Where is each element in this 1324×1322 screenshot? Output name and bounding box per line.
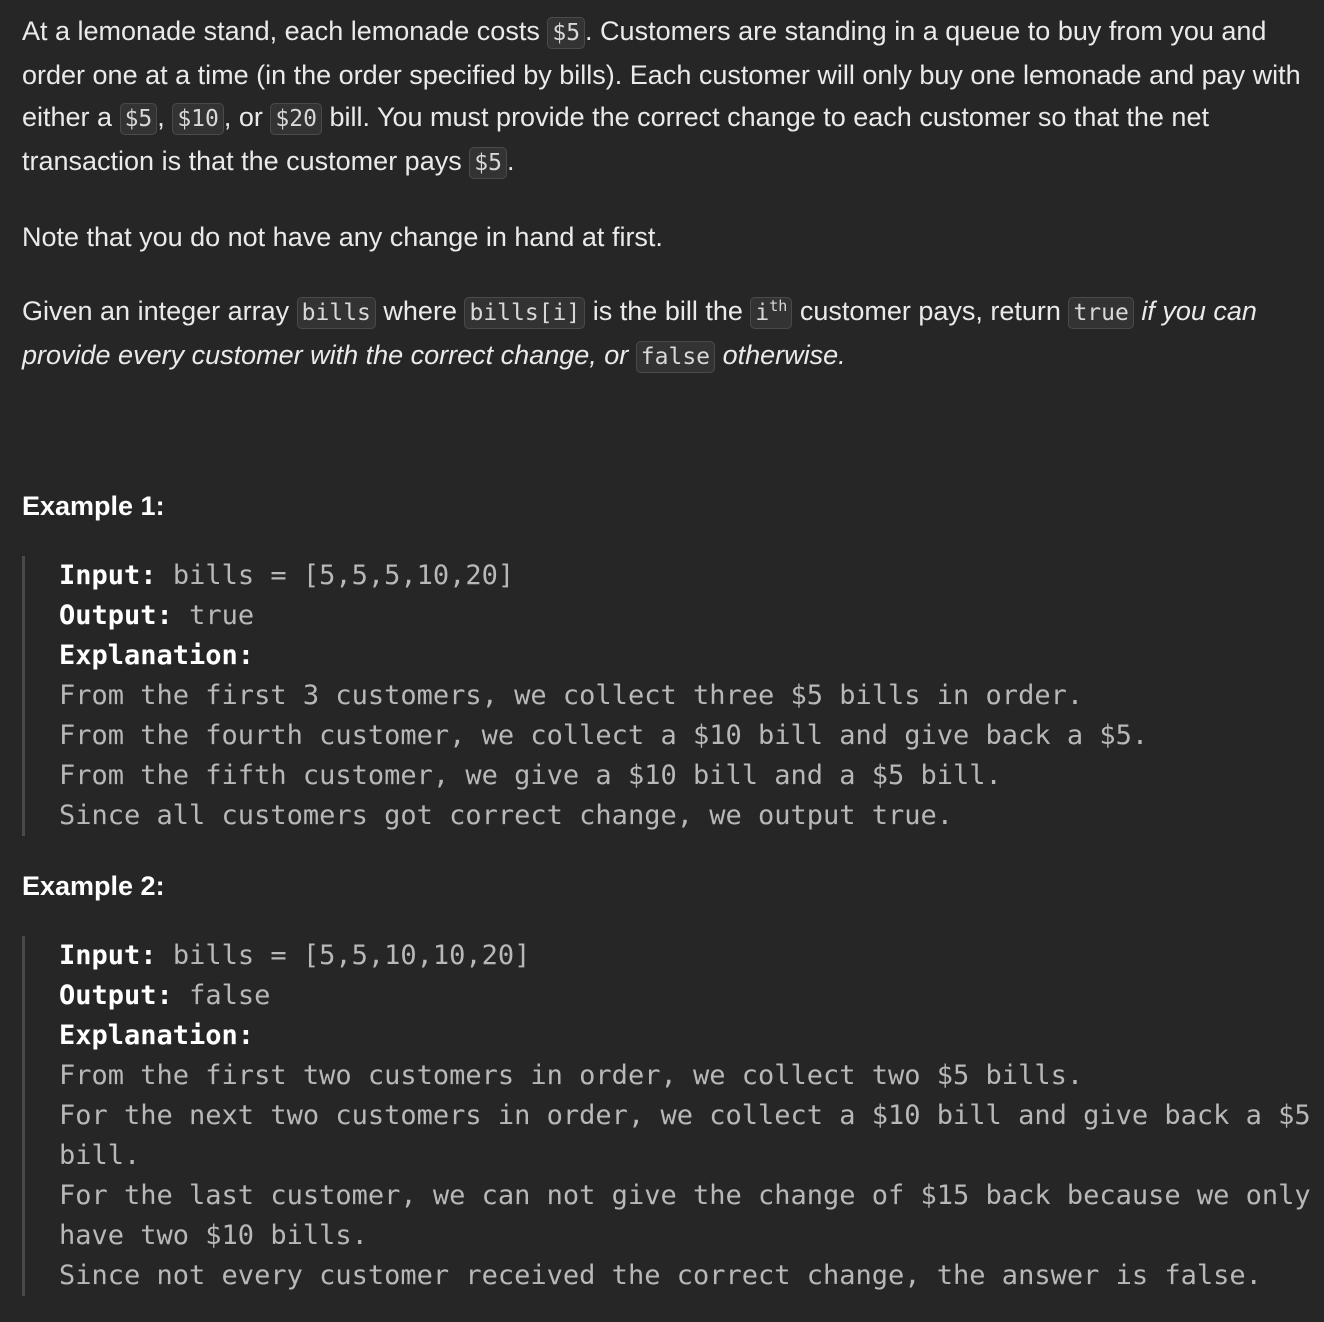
- task-paragraph: Given an integer array bills where bills…: [22, 290, 1312, 378]
- intro-text: ,: [157, 102, 165, 132]
- task-text: where: [383, 296, 457, 326]
- intro-text: At a lemonade stand, each lemonade costs: [22, 16, 540, 46]
- output-value: true: [189, 600, 255, 631]
- intro-text: , or: [223, 102, 263, 132]
- bill-20-code: $20: [270, 103, 322, 135]
- intro-text: .: [506, 146, 515, 176]
- task-text: Given an integer array: [22, 296, 290, 326]
- explanation-text: From the first two customers in order, w…: [59, 1060, 1311, 1291]
- true-code: true: [1068, 297, 1134, 329]
- ith-sup: th: [769, 297, 788, 315]
- intro-paragraph: At a lemonade stand, each lemonade costs…: [22, 10, 1312, 184]
- task-text: customer pays, return: [799, 296, 1061, 326]
- problem-description: At a lemonade stand, each lemonade costs…: [22, 10, 1312, 1296]
- bills-i-code: bills[i]: [464, 297, 586, 329]
- input-value: bills = [5,5,10,10,20]: [172, 940, 531, 971]
- price-code: $5: [547, 17, 586, 49]
- note-paragraph: Note that you do not have any change in …: [22, 222, 663, 252]
- bills-code: bills: [296, 297, 376, 329]
- input-value: bills = [5,5,5,10,20]: [172, 560, 515, 591]
- explanation-text: From the first 3 customers, we collect t…: [59, 680, 1149, 831]
- bill-10-code: $10: [172, 103, 224, 135]
- explanation-label: Explanation:: [59, 640, 255, 671]
- input-label: Input:: [59, 560, 157, 591]
- example-1-block: Input: bills = [5,5,5,10,20] Output: tru…: [22, 556, 1312, 836]
- output-label: Output:: [59, 600, 173, 631]
- bill-5-code: $5: [119, 103, 158, 135]
- output-label: Output:: [59, 980, 173, 1011]
- ith-base: i: [755, 300, 770, 326]
- output-value: false: [189, 980, 271, 1011]
- explanation-label: Explanation:: [59, 1020, 255, 1051]
- net-price-code: $5: [469, 147, 507, 179]
- example-1-title: Example 1:: [22, 491, 165, 521]
- false-code: false: [635, 341, 716, 373]
- example-2-title: Example 2:: [22, 871, 165, 901]
- example-2-block: Input: bills = [5,5,10,10,20] Output: fa…: [22, 936, 1312, 1296]
- task-text: is the bill the: [592, 296, 743, 326]
- task-emphasis: otherwise.: [722, 340, 846, 370]
- ith-code: ith: [750, 297, 793, 329]
- input-label: Input:: [59, 940, 157, 971]
